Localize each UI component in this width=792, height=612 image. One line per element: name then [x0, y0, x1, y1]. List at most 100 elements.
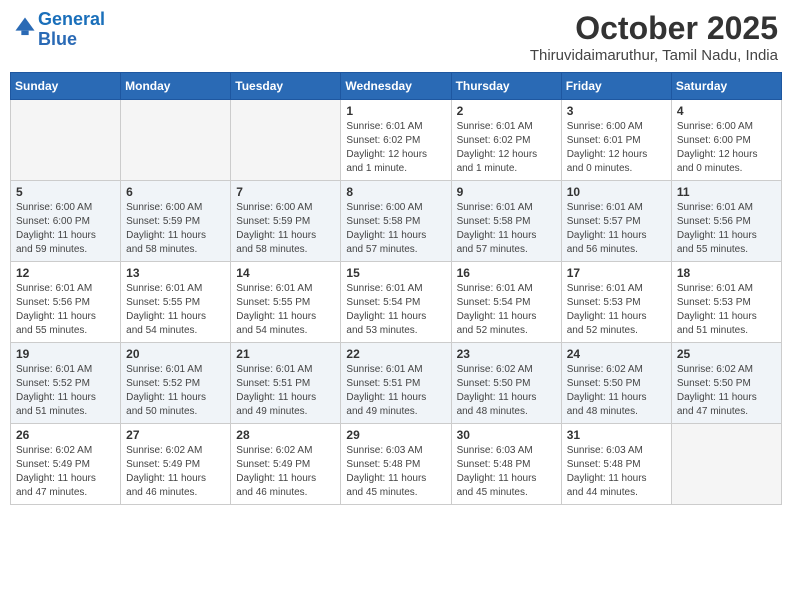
calendar-cell: 7 Sunrise: 6:00 AM Sunset: 5:59 PM Daylig…: [231, 181, 341, 262]
day-number: 31: [567, 428, 666, 442]
day-number: 22: [346, 347, 445, 361]
calendar-cell: 25 Sunrise: 6:02 AM Sunset: 5:50 PM Dayli…: [671, 343, 781, 424]
day-number: 7: [236, 185, 335, 199]
day-info: Sunrise: 6:01 AM Sunset: 5:56 PM Dayligh…: [677, 201, 776, 257]
day-number: 29: [346, 428, 445, 442]
day-number: 6: [126, 185, 225, 199]
calendar-week-row: 26 Sunrise: 6:02 AM Sunset: 5:49 PM Dayli…: [11, 424, 782, 505]
calendar-week-row: 12Sunrise: 6:01 AM Sunset: 5:56 PM Dayli…: [11, 262, 782, 343]
calendar-cell: 20 Sunrise: 6:01 AM Sunset: 5:52 PM Dayli…: [121, 343, 231, 424]
col-header-wednesday: Wednesday: [341, 73, 451, 100]
day-info: Sunrise: 6:01 AM Sunset: 5:51 PM Dayligh…: [346, 363, 445, 419]
calendar-cell: 22 Sunrise: 6:01 AM Sunset: 5:51 PM Dayli…: [341, 343, 451, 424]
day-number: 15: [346, 266, 445, 280]
day-info: Sunrise: 6:02 AM Sunset: 5:50 PM Dayligh…: [677, 363, 776, 419]
day-number: 25: [677, 347, 776, 361]
day-info: Sunrise: 6:01 AM Sunset: 5:52 PM Dayligh…: [16, 363, 115, 419]
day-info: Sunrise: 6:00 AM Sunset: 5:59 PM Dayligh…: [126, 201, 225, 257]
col-header-thursday: Thursday: [451, 73, 561, 100]
day-number: 21: [236, 347, 335, 361]
calendar-cell: 4 Sunrise: 6:00 AM Sunset: 6:00 PM Daylig…: [671, 100, 781, 181]
col-header-friday: Friday: [561, 73, 671, 100]
day-number: 2: [457, 104, 556, 118]
day-info: Sunrise: 6:01 AM Sunset: 5:58 PM Dayligh…: [457, 201, 556, 257]
logo-text-blue: Blue: [38, 30, 105, 50]
col-header-tuesday: Tuesday: [231, 73, 341, 100]
day-number: 9: [457, 185, 556, 199]
calendar-cell: [11, 100, 121, 181]
calendar-cell: 24Sunrise: 6:02 AM Sunset: 5:50 PM Dayli…: [561, 343, 671, 424]
calendar-cell: 3Sunrise: 6:00 AM Sunset: 6:01 PM Daylig…: [561, 100, 671, 181]
day-number: 28: [236, 428, 335, 442]
col-header-monday: Monday: [121, 73, 231, 100]
calendar-cell: 31 Sunrise: 6:03 AM Sunset: 5:48 PM Dayli…: [561, 424, 671, 505]
day-number: 27: [126, 428, 225, 442]
calendar-cell: 21 Sunrise: 6:01 AM Sunset: 5:51 PM Dayli…: [231, 343, 341, 424]
calendar-cell: 1 Sunrise: 6:01 AM Sunset: 6:02 PM Daylig…: [341, 100, 451, 181]
calendar-cell: 2Sunrise: 6:01 AM Sunset: 6:02 PM Daylig…: [451, 100, 561, 181]
day-number: 20: [126, 347, 225, 361]
day-info: Sunrise: 6:01 AM Sunset: 5:57 PM Dayligh…: [567, 201, 666, 257]
day-info: Sunrise: 6:02 AM Sunset: 5:49 PM Dayligh…: [236, 444, 335, 500]
calendar-cell: 6 Sunrise: 6:00 AM Sunset: 5:59 PM Daylig…: [121, 181, 231, 262]
day-info: Sunrise: 6:02 AM Sunset: 5:50 PM Dayligh…: [457, 363, 556, 419]
day-number: 17: [567, 266, 666, 280]
col-header-sunday: Sunday: [11, 73, 121, 100]
day-number: 23: [457, 347, 556, 361]
day-info: Sunrise: 6:02 AM Sunset: 5:49 PM Dayligh…: [16, 444, 115, 500]
calendar-cell: 16Sunrise: 6:01 AM Sunset: 5:54 PM Dayli…: [451, 262, 561, 343]
day-info: Sunrise: 6:00 AM Sunset: 6:01 PM Dayligh…: [567, 120, 666, 176]
calendar-cell: 14Sunrise: 6:01 AM Sunset: 5:55 PM Dayli…: [231, 262, 341, 343]
day-number: 1: [346, 104, 445, 118]
calendar-week-row: 1 Sunrise: 6:01 AM Sunset: 6:02 PM Daylig…: [11, 100, 782, 181]
calendar-cell: 10 Sunrise: 6:01 AM Sunset: 5:57 PM Dayli…: [561, 181, 671, 262]
day-info: Sunrise: 6:01 AM Sunset: 5:55 PM Dayligh…: [126, 282, 225, 338]
day-number: 10: [567, 185, 666, 199]
day-info: Sunrise: 6:03 AM Sunset: 5:48 PM Dayligh…: [346, 444, 445, 500]
day-number: 4: [677, 104, 776, 118]
day-info: Sunrise: 6:02 AM Sunset: 5:49 PM Dayligh…: [126, 444, 225, 500]
logo: General Blue: [14, 10, 105, 50]
calendar-cell: 15 Sunrise: 6:01 AM Sunset: 5:54 PM Dayli…: [341, 262, 451, 343]
calendar-header-row: SundayMondayTuesdayWednesdayThursdayFrid…: [11, 73, 782, 100]
day-number: 14: [236, 266, 335, 280]
day-info: Sunrise: 6:01 AM Sunset: 5:56 PM Dayligh…: [16, 282, 115, 338]
calendar-cell: 19Sunrise: 6:01 AM Sunset: 5:52 PM Dayli…: [11, 343, 121, 424]
day-info: Sunrise: 6:03 AM Sunset: 5:48 PM Dayligh…: [567, 444, 666, 500]
calendar-week-row: 5 Sunrise: 6:00 AM Sunset: 6:00 PM Daylig…: [11, 181, 782, 262]
day-info: Sunrise: 6:00 AM Sunset: 5:59 PM Dayligh…: [236, 201, 335, 257]
calendar-cell: 18Sunrise: 6:01 AM Sunset: 5:53 PM Dayli…: [671, 262, 781, 343]
calendar-cell: 13 Sunrise: 6:01 AM Sunset: 5:55 PM Dayli…: [121, 262, 231, 343]
calendar-cell: 9 Sunrise: 6:01 AM Sunset: 5:58 PM Daylig…: [451, 181, 561, 262]
calendar-cell: 27 Sunrise: 6:02 AM Sunset: 5:49 PM Dayli…: [121, 424, 231, 505]
day-number: 8: [346, 185, 445, 199]
title-block: October 2025 Thiruvidaimaruthur, Tamil N…: [530, 10, 778, 64]
calendar-cell: 30Sunrise: 6:03 AM Sunset: 5:48 PM Dayli…: [451, 424, 561, 505]
day-number: 13: [126, 266, 225, 280]
day-info: Sunrise: 6:01 AM Sunset: 6:02 PM Dayligh…: [346, 120, 445, 176]
calendar-table: SundayMondayTuesdayWednesdayThursdayFrid…: [10, 72, 782, 505]
day-number: 16: [457, 266, 556, 280]
col-header-saturday: Saturday: [671, 73, 781, 100]
day-number: 5: [16, 185, 115, 199]
calendar-cell: [671, 424, 781, 505]
day-number: 24: [567, 347, 666, 361]
calendar-cell: 11 Sunrise: 6:01 AM Sunset: 5:56 PM Dayli…: [671, 181, 781, 262]
day-number: 18: [677, 266, 776, 280]
day-number: 30: [457, 428, 556, 442]
day-number: 26: [16, 428, 115, 442]
day-number: 11: [677, 185, 776, 199]
day-info: Sunrise: 6:01 AM Sunset: 5:54 PM Dayligh…: [346, 282, 445, 338]
calendar-cell: 5 Sunrise: 6:00 AM Sunset: 6:00 PM Daylig…: [11, 181, 121, 262]
calendar-cell: 23 Sunrise: 6:02 AM Sunset: 5:50 PM Dayli…: [451, 343, 561, 424]
day-info: Sunrise: 6:01 AM Sunset: 5:51 PM Dayligh…: [236, 363, 335, 419]
logo-icon: [14, 16, 36, 38]
calendar-week-row: 19Sunrise: 6:01 AM Sunset: 5:52 PM Dayli…: [11, 343, 782, 424]
day-info: Sunrise: 6:01 AM Sunset: 5:53 PM Dayligh…: [567, 282, 666, 338]
logo-text-general: General: [38, 10, 105, 30]
calendar-cell: [231, 100, 341, 181]
day-info: Sunrise: 6:01 AM Sunset: 5:52 PM Dayligh…: [126, 363, 225, 419]
calendar-cell: 26 Sunrise: 6:02 AM Sunset: 5:49 PM Dayli…: [11, 424, 121, 505]
day-info: Sunrise: 6:00 AM Sunset: 6:00 PM Dayligh…: [677, 120, 776, 176]
day-info: Sunrise: 6:00 AM Sunset: 6:00 PM Dayligh…: [16, 201, 115, 257]
